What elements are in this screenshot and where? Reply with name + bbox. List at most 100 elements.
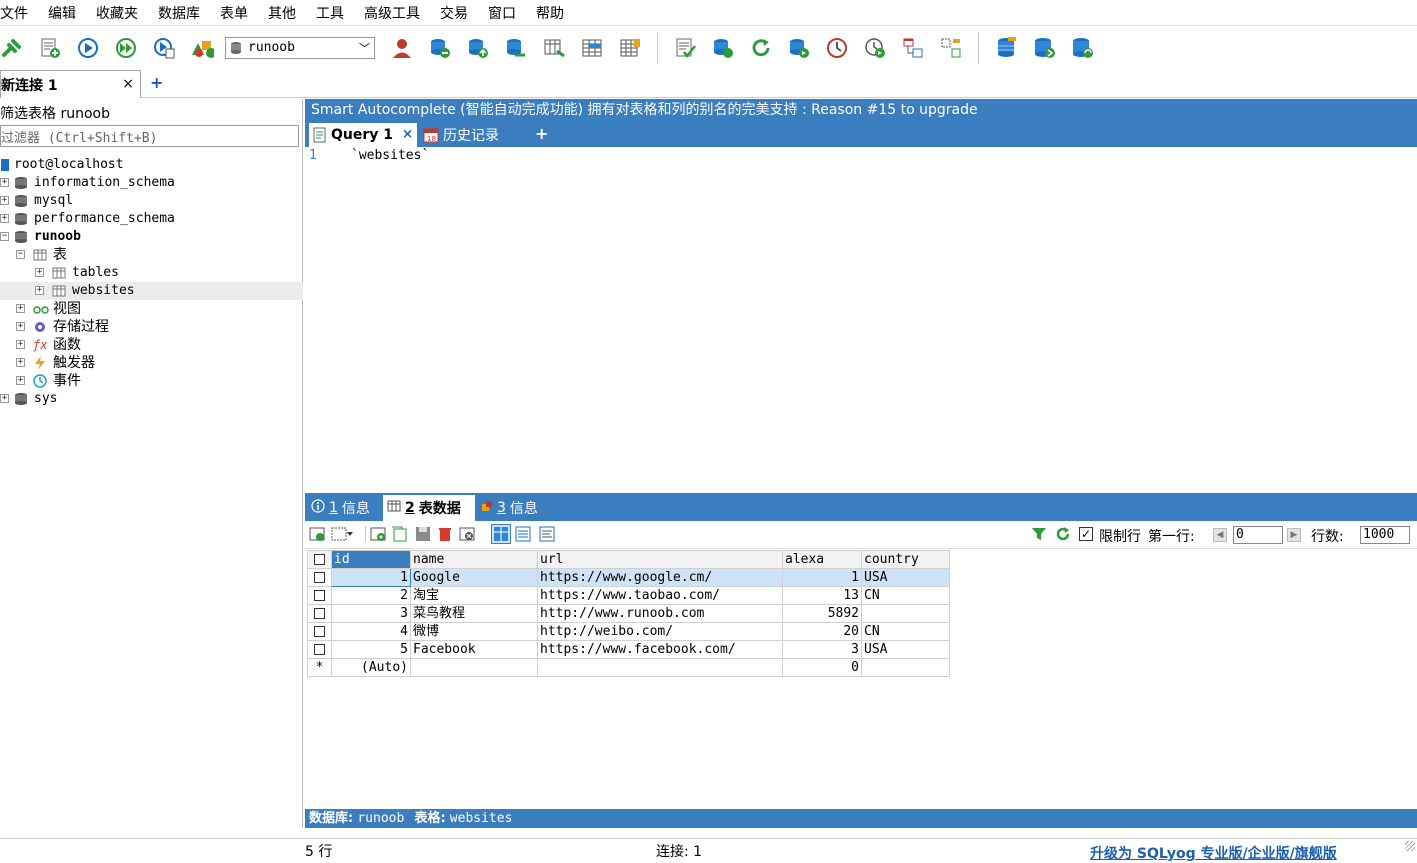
prev-page-icon[interactable]: ◀ [1213,528,1227,542]
tree-db-mysql[interactable]: + mysql [0,192,303,210]
tree-db-performance-schema[interactable]: + performance_schema [0,210,303,228]
db-export-icon[interactable] [504,36,528,60]
tree-db-runoob[interactable]: − runoob [0,228,303,246]
collapse-icon[interactable]: − [16,250,25,259]
table-diff-icon[interactable] [542,36,566,60]
cell-name[interactable]: Google [410,568,538,587]
cell-name[interactable]: 菜鸟教程 [410,604,538,623]
tab-query-1[interactable]: Query 1 × [309,123,417,147]
cell-alexa[interactable]: 5892 [782,604,862,623]
tree-procedures-folder[interactable]: + 存储过程 [0,318,303,336]
insert-row-icon[interactable] [309,526,325,542]
cell-id[interactable]: 5 [331,640,411,659]
add-query-button[interactable]: + [535,124,548,143]
collapse-icon[interactable]: − [0,232,9,241]
tree-host[interactable]: root@localhost [0,156,303,174]
tree-events-folder[interactable]: + 事件 [0,372,303,390]
tab-messages-1[interactable]: 1 信息 [311,495,370,521]
tree-db-information-schema[interactable]: + information_schema [0,174,303,192]
close-icon[interactable]: × [402,127,413,142]
tree-views-folder[interactable]: + 视图 [0,300,303,318]
column-header-name[interactable]: name [410,550,538,569]
cell-id[interactable]: (Auto) [331,658,411,677]
menu-advanced-tools[interactable]: 高级工具 [364,3,430,23]
schema-compare-icon[interactable] [901,36,925,60]
add-connection-button[interactable]: + [150,73,163,92]
menu-file[interactable]: 文件 [0,3,38,23]
delete-icon[interactable] [437,526,453,542]
row-checkbox[interactable] [307,622,332,641]
column-header-alexa[interactable]: alexa [782,550,862,569]
sql-editor[interactable]: 1 `websites` ‹ › [305,147,1417,537]
cell-name[interactable]: 微博 [410,622,538,641]
tree-table-tables[interactable]: + tables [0,264,303,282]
table-row[interactable]: 3 菜鸟教程 http://www.runoob.com 5892 [307,604,950,623]
database-selector[interactable]: runoob ﹀ [225,36,375,59]
schedule-icon[interactable] [825,36,849,60]
refresh-icon[interactable] [1055,526,1071,542]
refresh-icon[interactable] [749,36,773,60]
tree-tables-folder[interactable]: − 表 [0,246,303,264]
cell-country[interactable] [861,658,950,677]
expand-icon[interactable]: + [16,376,25,385]
row-checkbox[interactable] [307,568,332,587]
menu-edit[interactable]: 编辑 [48,3,86,23]
resize-grip[interactable] [1405,841,1415,851]
next-page-icon[interactable]: ▶ [1287,528,1301,542]
cell-url[interactable] [537,658,783,677]
sync-icon[interactable] [711,36,735,60]
table-row[interactable]: 4 微博 http://weibo.com/ 20 CN [307,622,950,641]
cell-alexa[interactable]: 1 [782,568,862,587]
cell-id[interactable]: 4 [331,622,411,641]
cell-name[interactable] [410,658,538,677]
new-query-icon[interactable] [38,36,62,60]
save-icon[interactable] [415,526,431,542]
tree-functions-folder[interactable]: + ƒx 函数 [0,336,303,354]
cell-name[interactable]: 淘宝 [410,586,538,605]
table-row[interactable]: 1 Google https://www.google.cm/ 1 USA [307,568,950,587]
execute-edit-icon[interactable] [152,36,176,60]
menu-table[interactable]: 表单 [220,3,258,23]
expand-icon[interactable]: + [0,394,9,403]
schema-designer-icon[interactable] [190,36,214,60]
limit-rows-checkbox[interactable]: ✓ [1079,527,1093,541]
cell-alexa[interactable]: 13 [782,586,862,605]
menu-transaction[interactable]: 交易 [440,3,478,23]
cell-country[interactable]: USA [861,568,950,587]
export-menu-icon[interactable] [331,526,353,542]
column-header-country[interactable]: country [861,550,950,569]
text-view-icon[interactable] [539,526,555,542]
cell-url[interactable]: https://www.google.cm/ [537,568,783,587]
cell-url[interactable]: http://weibo.com/ [537,622,783,641]
column-header-url[interactable]: url [537,550,783,569]
cell-country[interactable]: CN [861,586,950,605]
menu-other[interactable]: 其他 [268,3,306,23]
table-data-icon[interactable] [618,36,642,60]
cell-alexa[interactable]: 3 [782,640,862,659]
menu-database[interactable]: 数据库 [158,3,210,23]
cell-url[interactable]: https://www.facebook.com/ [537,640,783,659]
tab-history[interactable]: 18 历史记录 [421,123,499,147]
row-count-input[interactable]: 1000 [1360,526,1410,544]
cell-url[interactable]: http://www.runoob.com [537,604,783,623]
form-view-icon[interactable] [515,526,531,542]
menu-tools[interactable]: 工具 [316,3,354,23]
table-row[interactable]: 2 淘宝 https://www.taobao.com/ 13 CN [307,586,950,605]
new-connection-icon[interactable] [0,36,24,60]
cell-name[interactable]: Facebook [410,640,538,659]
tab-messages-3[interactable]: 3 信息 [481,495,538,521]
db-replicate-icon[interactable] [1070,36,1094,60]
data-compare-icon[interactable] [939,36,963,60]
expand-icon[interactable]: + [0,178,9,187]
cell-id[interactable]: 1 [331,568,411,587]
row-checkbox[interactable] [307,640,332,659]
expand-icon[interactable]: + [35,286,44,295]
cell-url[interactable]: https://www.taobao.com/ [537,586,783,605]
db-sync-icon[interactable] [994,36,1018,60]
grid-view-icon[interactable] [491,524,511,544]
db-import-icon[interactable] [466,36,490,60]
backup-icon[interactable] [787,36,811,60]
expand-icon[interactable]: + [0,214,9,223]
expand-icon[interactable]: + [16,304,25,313]
tree-triggers-folder[interactable]: + 触发器 [0,354,303,372]
